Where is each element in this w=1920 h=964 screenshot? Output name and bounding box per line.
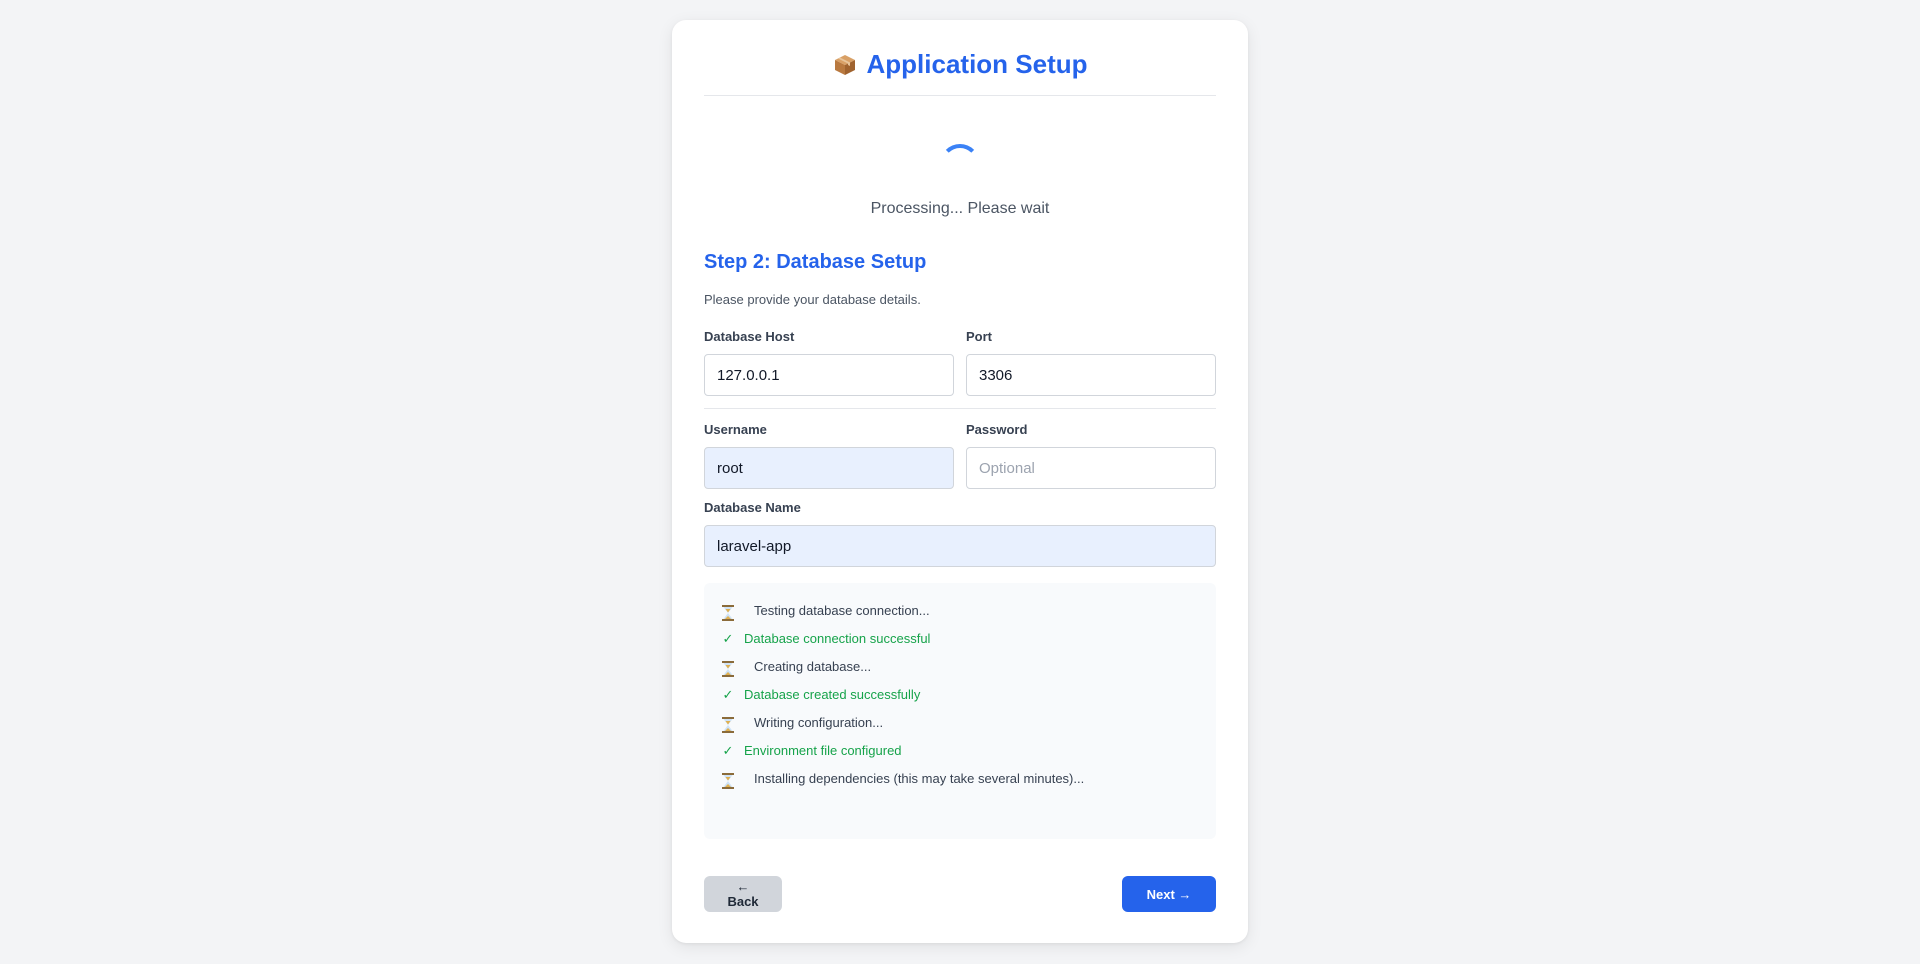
processing-indicator: Processing... Please wait (704, 96, 1216, 244)
password-field: Password (966, 421, 1216, 489)
log-line: ✓ Database connection successful (722, 625, 1198, 653)
check-icon: ✓ (722, 687, 734, 702)
divider (704, 408, 1216, 409)
log-text: Database created successfully (744, 687, 921, 702)
log-line: Installing dependencies (this may take s… (722, 765, 1198, 793)
log-text: Creating database... (754, 659, 872, 674)
card-header: Application Setup (704, 20, 1216, 96)
username-field: Username (704, 421, 954, 489)
username-input[interactable] (704, 447, 954, 489)
log-text: Writing configuration... (754, 715, 884, 730)
log-line: Creating database... (722, 653, 1198, 681)
log-text: Database connection successful (744, 631, 931, 646)
step-description: Please provide your database details. (704, 292, 921, 307)
db-name-input[interactable] (704, 525, 1216, 567)
username-label: Username (704, 422, 767, 437)
title-wrap: Application Setup (833, 49, 1088, 80)
port-input[interactable] (966, 354, 1216, 396)
log-line: Writing configuration... (722, 709, 1198, 737)
password-label: Password (966, 422, 1028, 437)
host-port-row: Database Host Port (704, 328, 1216, 396)
hourglass-icon (722, 715, 736, 733)
hourglass-icon (722, 603, 736, 621)
db-name-field: Database Name (704, 499, 1216, 567)
log-text: Installing dependencies (this may take s… (754, 771, 1085, 786)
password-input[interactable] (966, 447, 1216, 489)
package-icon (833, 53, 857, 77)
hourglass-icon (722, 659, 736, 677)
db-host-field: Database Host (704, 328, 954, 396)
next-button[interactable]: Next → (1122, 876, 1216, 912)
nav-buttons: ← Back Next → (704, 876, 1216, 912)
db-host-input[interactable] (704, 354, 954, 396)
log-text: Environment file configured (744, 743, 902, 758)
port-label: Port (966, 329, 992, 344)
setup-card: Application Setup Processing... Please w… (672, 20, 1248, 943)
check-icon: ✓ (722, 631, 734, 646)
step-title: Step 2: Database Setup (704, 251, 927, 273)
page-title: Application Setup (866, 49, 1088, 79)
db-name-label: Database Name (704, 500, 801, 515)
back-button[interactable]: ← Back (704, 876, 782, 912)
processing-text: Processing... Please wait (870, 200, 1050, 217)
log-line: Testing database connection... (722, 597, 1198, 625)
credentials-row: Username Password (704, 421, 1216, 489)
progress-log: Testing database connection... ✓ Databas… (704, 583, 1216, 839)
loading-spinner-icon (940, 144, 980, 184)
port-field: Port (966, 328, 1216, 396)
check-icon: ✓ (722, 743, 734, 758)
log-text: Testing database connection... (754, 603, 930, 618)
hourglass-icon (722, 771, 736, 789)
log-line: ✓ Environment file configured (722, 737, 1198, 765)
log-line: ✓ Database created successfully (722, 681, 1198, 709)
db-host-label: Database Host (704, 329, 795, 344)
